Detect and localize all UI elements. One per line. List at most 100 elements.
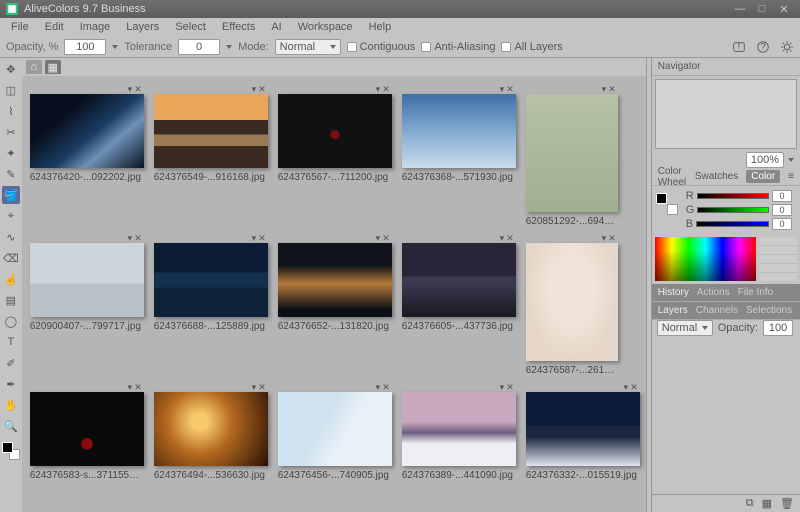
blend-select[interactable]: Normal: [657, 320, 713, 336]
mode-select[interactable]: Normal: [275, 39, 341, 55]
thumbnail-caption: 624376494-...536630.jpg: [154, 470, 268, 481]
tab-fileinfo[interactable]: File Info: [738, 287, 774, 298]
menu-bar: File Edit Image Layers Select Effects AI…: [0, 18, 800, 36]
thumbnail-caption: 620851292-...694221.jpg: [526, 216, 618, 227]
crop-tool[interactable]: ✂: [2, 123, 20, 141]
close-button[interactable]: ✕: [774, 3, 794, 15]
brush-tool[interactable]: ✎: [2, 165, 20, 183]
color-grid[interactable]: [759, 237, 797, 281]
mode-label: Mode:: [238, 41, 269, 53]
menu-workspace[interactable]: Workspace: [291, 19, 360, 35]
rgb-slider[interactable]: [697, 207, 769, 213]
tab-channels[interactable]: Channels: [696, 305, 738, 316]
zoom-input[interactable]: 100%: [746, 152, 784, 168]
thumbnail-cell[interactable]: ▾✕624376420-...092202.jpg: [30, 84, 144, 227]
hand-tool[interactable]: ✋: [2, 396, 20, 414]
clone-tool[interactable]: ⌖: [2, 207, 20, 225]
eraser-tool[interactable]: ⌫: [2, 249, 20, 267]
smudge-tool[interactable]: ☝: [2, 270, 20, 288]
rgb-value[interactable]: 0: [772, 218, 792, 230]
help-icon[interactable]: ?: [756, 40, 770, 54]
color-panel-tabs: Color Wheel Swatches Color ≡: [652, 168, 800, 186]
tab-actions[interactable]: Actions: [697, 287, 730, 298]
text-tool[interactable]: T: [2, 333, 20, 351]
menu-ai[interactable]: AI: [264, 19, 288, 35]
thumbnail-caption: 624376605-...437736.jpg: [402, 321, 516, 332]
document-tabs: ⌂ ▦: [22, 58, 646, 76]
thumbnail-cell[interactable]: ▾✕624376494-...536630.jpg: [154, 382, 268, 481]
navigator-header[interactable]: Navigator: [652, 58, 800, 76]
home-tab[interactable]: ⌂: [26, 60, 42, 74]
layer-opacity-input[interactable]: 100: [763, 320, 793, 336]
contiguous-checkbox[interactable]: Contiguous: [347, 41, 416, 53]
tab-history[interactable]: History: [658, 287, 689, 298]
marquee-tool[interactable]: ◫: [2, 81, 20, 99]
gradient-tool[interactable]: ▤: [2, 291, 20, 309]
fill-tool[interactable]: 🪣: [2, 186, 20, 204]
menu-help[interactable]: Help: [362, 19, 399, 35]
shape-tool[interactable]: ◯: [2, 312, 20, 330]
menu-effects[interactable]: Effects: [215, 19, 262, 35]
thumbnail-cell[interactable]: ▾✕624376583-s...3711551.jpg: [30, 382, 144, 481]
thumbnail-cell[interactable]: ▾✕624376332-...015519.jpg: [526, 382, 640, 481]
menu-layers[interactable]: Layers: [119, 19, 166, 35]
tab-swatches[interactable]: Swatches: [695, 171, 738, 182]
blur-tool[interactable]: ∿: [2, 228, 20, 246]
trash-icon[interactable]: 🗑: [780, 497, 794, 510]
thumbnail-caption: 624376456-...740905.jpg: [278, 470, 392, 481]
menu-image[interactable]: Image: [73, 19, 118, 35]
maximize-button[interactable]: □: [752, 3, 772, 15]
thumbnail-cell[interactable]: ▾✕624376389-...441090.jpg: [402, 382, 516, 481]
navigator-preview[interactable]: [655, 79, 797, 149]
tolerance-input[interactable]: 0: [178, 39, 220, 55]
thumbnail-cell[interactable]: ▾✕624376688-...125889.jpg: [154, 233, 268, 376]
browser-tab[interactable]: ▦: [45, 60, 61, 74]
tab-color[interactable]: Color: [746, 170, 780, 183]
rgb-slider[interactable]: [697, 193, 769, 199]
rgb-value[interactable]: 0: [772, 190, 792, 202]
settings-icon[interactable]: [780, 40, 794, 54]
menu-file[interactable]: File: [4, 19, 36, 35]
tab-colorwheel[interactable]: Color Wheel: [658, 166, 687, 188]
thumbnail-cell[interactable]: ▾✕624376652-...131820.jpg: [278, 233, 392, 376]
layer-opacity-label: Opacity:: [718, 322, 758, 334]
thumbnail-caption: 624376332-...015519.jpg: [526, 470, 640, 481]
thumbnail-cell[interactable]: ▾✕624376587-...261092.jpg: [526, 233, 618, 376]
thumbnail-cell[interactable]: ▾✕624376368-...571930.jpg: [402, 84, 516, 227]
antialias-checkbox[interactable]: Anti-Aliasing: [421, 41, 495, 53]
tab-selections[interactable]: Selections: [746, 305, 792, 316]
title-bar: AliveColors 9.7 Business — □ ✕: [0, 0, 800, 18]
minimize-button[interactable]: —: [730, 3, 750, 15]
thumbnail-caption: 624376549-...916168.jpg: [154, 172, 268, 183]
zoom-tool[interactable]: 🔍: [2, 417, 20, 435]
link-icon[interactable]: ⧉: [746, 497, 754, 510]
notify-icon[interactable]: !: [732, 40, 746, 54]
menu-select[interactable]: Select: [168, 19, 213, 35]
thumbnail-cell[interactable]: ▾✕620851292-...694221.jpg: [526, 84, 618, 227]
rgb-slider[interactable]: [696, 221, 769, 227]
thumbnail-cell[interactable]: ▾✕624376456-...740905.jpg: [278, 382, 392, 481]
alllayers-checkbox[interactable]: All Layers: [501, 41, 562, 53]
lasso-tool[interactable]: ⌇: [2, 102, 20, 120]
wand-tool[interactable]: ✦: [2, 144, 20, 162]
thumbnail-cell[interactable]: ▾✕624376567-...711200.jpg: [278, 84, 392, 227]
color-swatches[interactable]: [2, 442, 20, 460]
layers-panel-tabs: Layers Channels Selections: [652, 302, 800, 320]
panel-swatches[interactable]: [656, 193, 678, 215]
eyedrop-tool[interactable]: ✐: [2, 354, 20, 372]
hue-picker[interactable]: [655, 237, 756, 281]
thumbnail-cell[interactable]: ▾✕624376549-...916168.jpg: [154, 84, 268, 227]
tolerance-label: Tolerance: [124, 41, 172, 53]
options-bar: Opacity, % 100 Tolerance 0 Mode: Normal …: [0, 36, 800, 58]
opacity-input[interactable]: 100: [64, 39, 106, 55]
tab-layers[interactable]: Layers: [658, 305, 688, 316]
menu-edit[interactable]: Edit: [38, 19, 71, 35]
thumbnail-caption: 624376652-...131820.jpg: [278, 321, 392, 332]
rgb-value[interactable]: 0: [772, 204, 792, 216]
new-layer-icon[interactable]: ▦: [762, 497, 772, 510]
thumbnail-cell[interactable]: ▾✕624376605-...437736.jpg: [402, 233, 516, 376]
thumbnail-cell[interactable]: ▾✕620900407-...799717.jpg: [30, 233, 144, 376]
move-tool[interactable]: ✥: [2, 60, 20, 78]
opacity-label: Opacity, %: [6, 41, 58, 53]
pen-tool[interactable]: ✒: [2, 375, 20, 393]
